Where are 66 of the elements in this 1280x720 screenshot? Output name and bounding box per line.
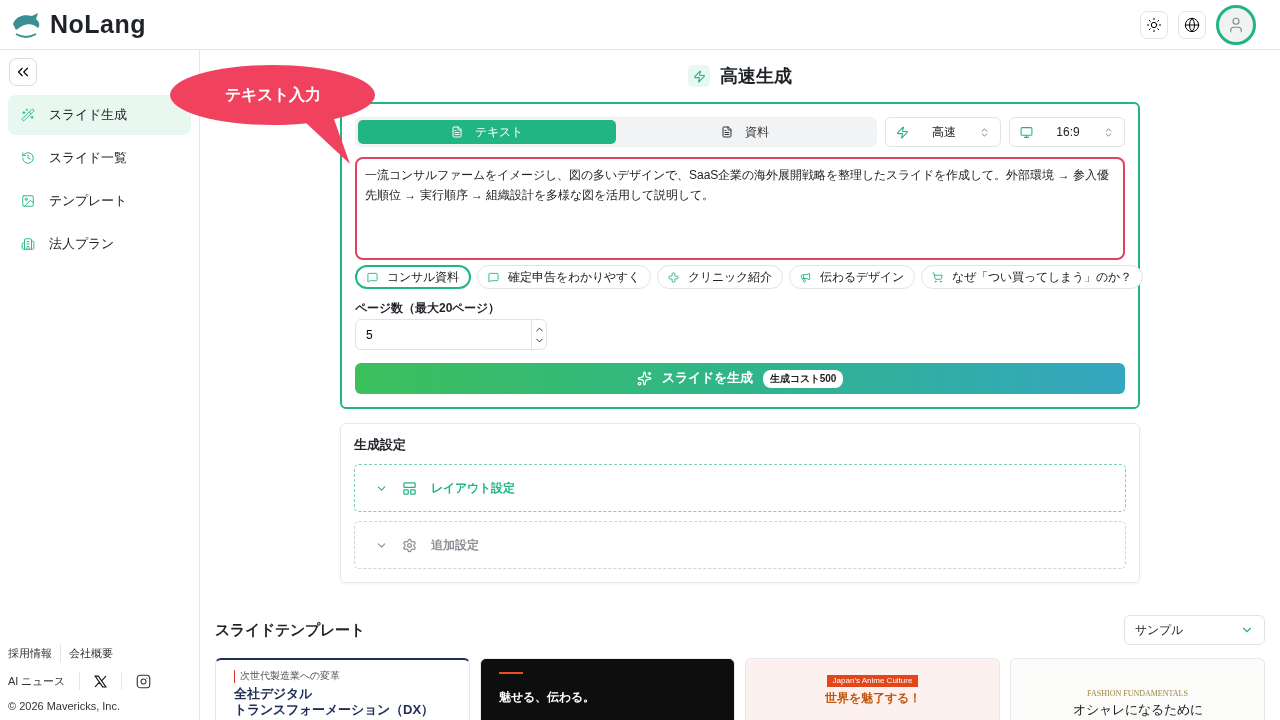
building-icon [21, 237, 35, 251]
image-icon [21, 194, 35, 208]
brand-name: NoLang [50, 10, 147, 39]
footer-link[interactable]: 会社概要 [69, 645, 113, 661]
slide-text: トランスフォーメーション（DX） [234, 701, 435, 718]
footer-link[interactable]: 採用情報 [8, 645, 52, 661]
sidebar-item[interactable]: スライド生成 [8, 95, 191, 135]
preset-chip[interactable]: 確定申告をわかりやすく [477, 265, 651, 289]
lightning-icon [896, 125, 909, 139]
option-select[interactable]: 高速 [885, 117, 1001, 147]
slide-text: 世界を魅了する！ [824, 691, 921, 706]
cross-icon [668, 271, 679, 283]
chat-icon [488, 271, 499, 283]
document-icon [451, 126, 463, 138]
source-tab[interactable]: 資料 [616, 120, 874, 144]
megaphone-icon [800, 271, 811, 283]
sidebar-item[interactable]: 法人プラン [8, 224, 191, 264]
instagram-icon[interactable] [136, 673, 152, 689]
up-down-chevron-icon [1103, 126, 1114, 138]
cart-icon [932, 271, 943, 283]
sidebar-item[interactable]: テンプレート [8, 181, 191, 221]
settings-icon [402, 537, 417, 553]
preset-chip[interactable]: なぜ「つい買ってしまう」のか？ [921, 265, 1143, 289]
footer-link[interactable]: AI ニュース [8, 673, 66, 689]
monitor-icon [1020, 125, 1033, 139]
lightning-icon [688, 65, 710, 87]
sidebar-item[interactable]: スライド一覧 [8, 138, 191, 178]
slide-text: 全社デジタル [234, 685, 312, 702]
slide-text: FASHION FUNDAMENTALS [1087, 689, 1188, 699]
section-title: スライドテンプレート [215, 620, 365, 640]
globe-icon [1184, 16, 1200, 33]
template-card[interactable]: 魅せる、伝わる。 [480, 658, 735, 720]
collapse-sidebar-button[interactable] [9, 58, 37, 86]
generate-button[interactable]: スライドを生成 生成コスト500 [355, 363, 1125, 394]
slide-text: 魅せる、伝わる。 [499, 690, 595, 705]
slide-text: 次世代製造業への変革 [234, 670, 340, 683]
template-card[interactable]: Japan's Anime Culture 世界を魅了する！ [745, 658, 1000, 720]
sparkle-icon [636, 371, 652, 386]
template-card[interactable]: FASHION FUNDAMENTALS オシャレになるために [1010, 658, 1265, 720]
cost-badge: 生成コスト500 [762, 369, 844, 388]
layout-icon [402, 480, 417, 496]
up-down-chevron-icon [979, 126, 990, 138]
slide-text: Japan's Anime Culture [826, 675, 919, 687]
preset-chip[interactable]: クリニック紹介 [657, 265, 783, 289]
option-select[interactable]: 16:9 [1009, 117, 1125, 147]
chat-icon [367, 271, 378, 283]
page-count-label: ページ数（最大20ページ） [355, 300, 502, 317]
filter-select[interactable]: サンプル [1124, 615, 1265, 645]
copyright-text: © 2026 Mavericks, Inc. [8, 700, 122, 712]
document-icon [721, 126, 733, 138]
template-card[interactable]: 次世代製造業への変革 全社デジタル トランスフォーメーション（DX） [215, 658, 470, 720]
history-icon [21, 151, 35, 165]
user-avatar[interactable] [1216, 4, 1256, 45]
sun-icon [1146, 16, 1162, 33]
magic-wand-icon [21, 108, 35, 122]
accent-bar [499, 672, 523, 674]
language-button[interactable] [1178, 10, 1206, 39]
settings-title: 生成設定 [354, 436, 407, 454]
user-icon [1227, 15, 1245, 34]
x-logo-icon[interactable] [94, 674, 108, 688]
page-title: 高速生成 [720, 65, 792, 88]
preset-chip[interactable]: 伝わるデザイン [789, 265, 915, 289]
theme-toggle-button[interactable] [1140, 10, 1168, 39]
preset-chip[interactable]: コンサル資料 [355, 265, 471, 289]
slide-text: オシャレになるために [1072, 702, 1203, 719]
prompt-input[interactable]: 一流コンサルファームをイメージし、図の多いデザインで、SaaS企業の海外展開戦略を整理したスライドを作成して。外部環境 → 参入優先順位 → 実行順序 → 組織設計を多様な図を活用して説明して。 [355, 157, 1125, 260]
